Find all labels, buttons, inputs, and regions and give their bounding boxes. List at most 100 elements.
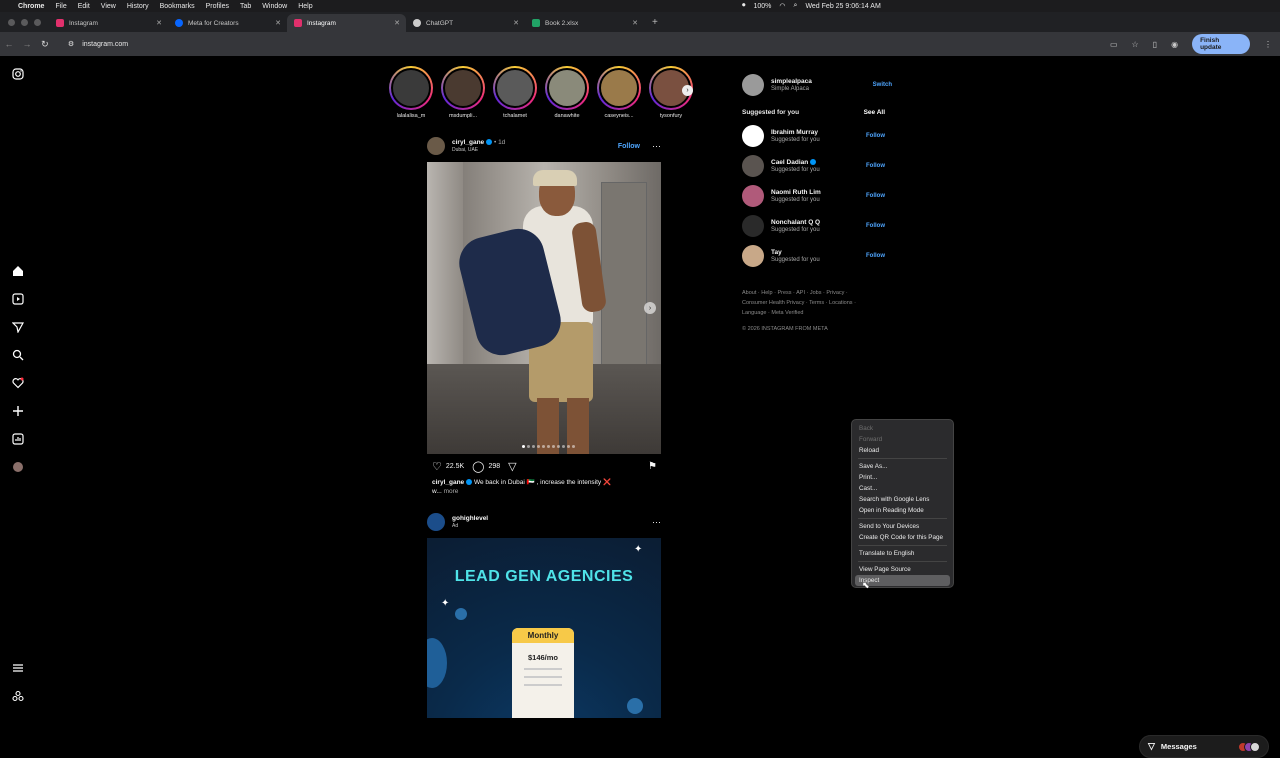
avatar[interactable] bbox=[742, 125, 764, 147]
more-options-icon[interactable]: ··· bbox=[652, 141, 661, 151]
tab-chatgpt[interactable]: ChatGPT ✕ bbox=[406, 14, 525, 32]
profile-avatar-icon[interactable] bbox=[11, 460, 25, 474]
close-window-button[interactable] bbox=[8, 19, 15, 26]
wifi-icon[interactable]: ◠ bbox=[779, 2, 785, 10]
follow-button[interactable]: Follow bbox=[866, 193, 885, 199]
footer-line[interactable]: Consumer Health Privacy · Terms · Locati… bbox=[742, 298, 882, 308]
story-item[interactable]: caseyneis... bbox=[596, 66, 642, 119]
address-bar[interactable]: ⚙ instagram.com bbox=[62, 35, 1110, 53]
tab-instagram-1[interactable]: Instagram ✕ bbox=[49, 14, 168, 32]
menu-google-lens[interactable]: Search with Google Lens bbox=[852, 494, 953, 505]
more-menu-icon[interactable] bbox=[11, 661, 25, 675]
dashboard-icon[interactable] bbox=[11, 432, 25, 446]
footer-line[interactable]: About · Help · Press · API · Jobs · Priv… bbox=[742, 288, 882, 298]
finish-update-button[interactable]: Finish update bbox=[1192, 34, 1250, 54]
follow-button[interactable]: Follow bbox=[866, 133, 885, 139]
story-item[interactable]: lalalalisa_m bbox=[388, 66, 434, 119]
menu-bookmarks[interactable]: Bookmarks bbox=[160, 3, 195, 10]
site-info-icon[interactable]: ⚙ bbox=[68, 40, 74, 48]
menu-tab[interactable]: Tab bbox=[240, 3, 251, 10]
comment-icon[interactable]: ◯ bbox=[472, 460, 484, 473]
menu-reload[interactable]: Reload bbox=[852, 445, 953, 456]
story-item[interactable]: msdumpli... bbox=[440, 66, 486, 119]
story-item[interactable]: danawhite bbox=[544, 66, 590, 119]
see-all-link[interactable]: See All bbox=[864, 109, 885, 116]
notifications-icon[interactable] bbox=[11, 376, 25, 390]
menu-cast[interactable]: Cast... bbox=[852, 483, 953, 494]
tab-instagram-active[interactable]: Instagram ✕ bbox=[287, 14, 406, 32]
avatar[interactable] bbox=[742, 215, 764, 237]
tab-book2-xlsx[interactable]: Book 2.xlsx ✕ bbox=[525, 14, 644, 32]
menu-history[interactable]: History bbox=[127, 3, 149, 10]
caption-username[interactable]: ciryl_gane bbox=[432, 479, 464, 486]
cast-icon[interactable]: ▭ bbox=[1110, 40, 1118, 49]
instagram-logo-icon[interactable] bbox=[11, 67, 25, 81]
like-icon[interactable]: ♡ bbox=[432, 460, 442, 473]
minimize-window-button[interactable] bbox=[21, 19, 28, 26]
menu-reading-mode[interactable]: Open in Reading Mode bbox=[852, 505, 953, 516]
suggested-name[interactable]: Ibrahim Murray bbox=[771, 129, 820, 136]
suggested-name[interactable]: Naomi Ruth Lim bbox=[771, 189, 821, 196]
follow-button[interactable]: Follow bbox=[866, 163, 885, 169]
avatar[interactable] bbox=[742, 155, 764, 177]
close-tab-icon[interactable]: ✕ bbox=[513, 19, 519, 27]
menu-save-as[interactable]: Save As... bbox=[852, 461, 953, 472]
post-username[interactable]: ciryl_gane bbox=[452, 139, 484, 146]
bookmark-star-icon[interactable]: ☆ bbox=[1132, 40, 1139, 49]
record-icon[interactable]: ⏺ bbox=[742, 2, 746, 10]
clock[interactable]: Wed Feb 25 9:06:14 AM bbox=[805, 3, 880, 10]
chrome-menu-icon[interactable]: ⋮ bbox=[1264, 40, 1272, 49]
menu-qr-code[interactable]: Create QR Code for this Page bbox=[852, 532, 953, 543]
menu-profiles[interactable]: Profiles bbox=[206, 3, 229, 10]
account-username[interactable]: simplealpaca bbox=[771, 78, 812, 85]
story-item[interactable]: tchalamet bbox=[492, 66, 538, 119]
search-spotlight-icon[interactable]: ⌕ bbox=[794, 2, 798, 10]
caption-more-link[interactable]: more bbox=[444, 488, 459, 495]
suggested-name[interactable]: Nonchalant Q Q bbox=[771, 219, 820, 226]
switch-account-button[interactable]: Switch bbox=[873, 82, 892, 88]
avatar[interactable] bbox=[742, 185, 764, 207]
messages-icon[interactable] bbox=[11, 320, 25, 334]
menu-help[interactable]: Help bbox=[298, 3, 312, 10]
footer-line[interactable]: Language · Meta Verified bbox=[742, 308, 882, 318]
menu-file[interactable]: File bbox=[55, 3, 66, 10]
next-image-icon[interactable]: › bbox=[644, 302, 656, 314]
avatar[interactable] bbox=[427, 513, 445, 531]
menu-view[interactable]: View bbox=[101, 3, 116, 10]
avatar[interactable] bbox=[742, 74, 764, 96]
menu-view-source[interactable]: View Page Source bbox=[852, 564, 953, 575]
close-tab-icon[interactable]: ✕ bbox=[632, 19, 638, 27]
more-options-icon[interactable]: ··· bbox=[652, 517, 661, 527]
follow-button[interactable]: Follow bbox=[618, 143, 640, 150]
menu-edit[interactable]: Edit bbox=[78, 3, 90, 10]
save-icon[interactable]: ⚑ bbox=[648, 461, 657, 472]
create-icon[interactable] bbox=[11, 404, 25, 418]
suggested-name[interactable]: Tay bbox=[771, 249, 820, 256]
new-tab-button[interactable]: + bbox=[644, 17, 666, 32]
reload-icon[interactable]: ↻ bbox=[36, 39, 54, 50]
follow-button[interactable]: Follow bbox=[866, 223, 885, 229]
home-icon[interactable] bbox=[11, 264, 25, 278]
close-tab-icon[interactable]: ✕ bbox=[275, 19, 281, 27]
stories-next-icon[interactable]: › bbox=[682, 85, 693, 96]
reels-icon[interactable] bbox=[11, 292, 25, 306]
messages-button[interactable]: ▽ Messages bbox=[1139, 735, 1269, 758]
avatar[interactable] bbox=[742, 245, 764, 267]
menu-window[interactable]: Window bbox=[262, 3, 287, 10]
ad-image[interactable]: ✦ ✦ LEAD GEN AGENCIES Monthly $146/mo bbox=[427, 538, 661, 718]
close-tab-icon[interactable]: ✕ bbox=[156, 19, 162, 27]
back-icon[interactable]: ← bbox=[0, 39, 18, 49]
tab-meta-for-creators[interactable]: Meta for Creators ✕ bbox=[168, 14, 287, 32]
menu-send-devices[interactable]: Send to Your Devices bbox=[852, 521, 953, 532]
url-text[interactable]: instagram.com bbox=[82, 41, 128, 48]
search-icon[interactable] bbox=[11, 348, 25, 362]
menu-app-name[interactable]: Chrome bbox=[18, 3, 44, 10]
meta-icon[interactable] bbox=[11, 689, 25, 703]
sidepanel-icon[interactable]: ▯ bbox=[1153, 40, 1157, 49]
avatar[interactable] bbox=[427, 137, 445, 155]
zoom-window-button[interactable] bbox=[34, 19, 41, 26]
forward-icon[interactable]: → bbox=[18, 39, 36, 49]
menu-print[interactable]: Print... bbox=[852, 472, 953, 483]
profile-icon[interactable]: ◉ bbox=[1171, 40, 1178, 49]
follow-button[interactable]: Follow bbox=[866, 253, 885, 259]
